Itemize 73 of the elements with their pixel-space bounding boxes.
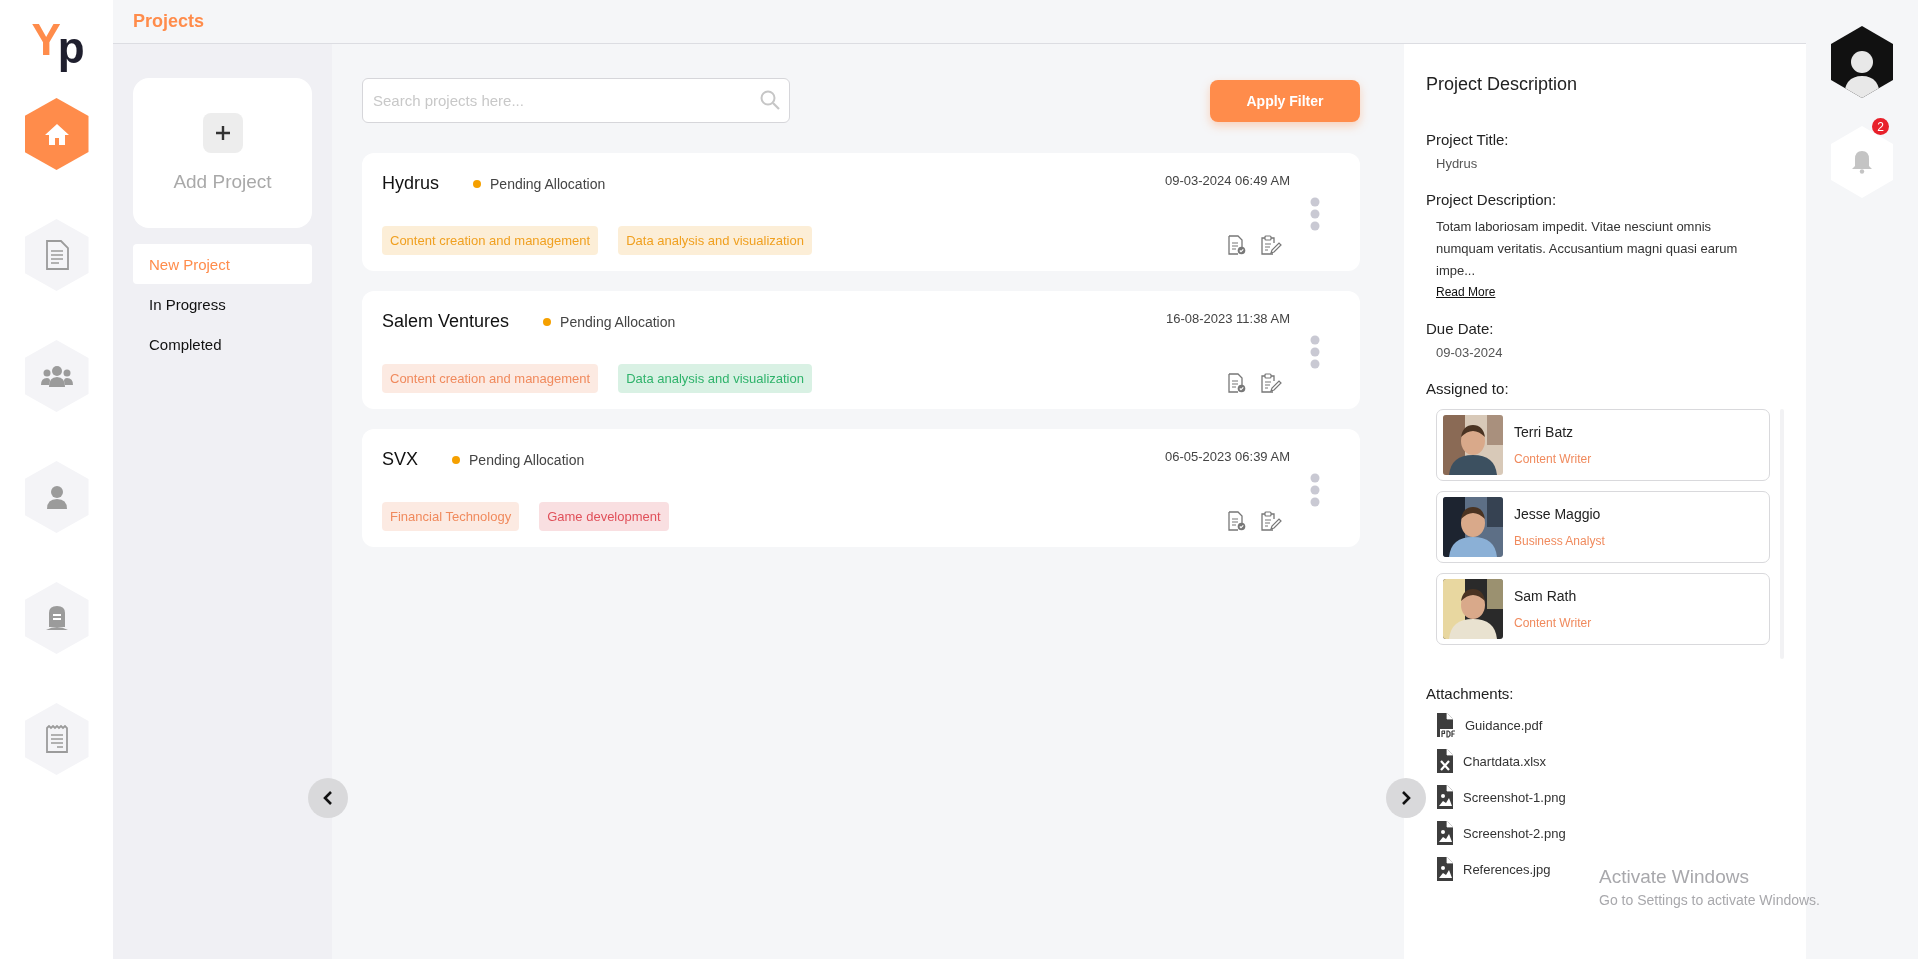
- notepad-icon: [44, 725, 69, 753]
- assignee-name: Jesse Maggio: [1514, 506, 1602, 522]
- tombstone-icon: [44, 605, 69, 631]
- field-label: Attachments:: [1426, 685, 1515, 702]
- assignee-name: Sam Rath: [1514, 588, 1578, 604]
- image-file-icon: [1436, 784, 1454, 810]
- panel-heading: Project Description: [1426, 74, 1579, 95]
- assignee-role: Content Writer: [1514, 616, 1592, 630]
- project-status: Pending Allocation: [469, 451, 585, 468]
- attachment-link[interactable]: Screenshot-2.png: [1463, 825, 1566, 841]
- chevron-left-icon: [322, 790, 334, 806]
- plus-icon: [214, 125, 231, 141]
- assignee-role: Content Writer: [1514, 452, 1592, 466]
- search-icon: [760, 90, 780, 110]
- project-card[interactable]: Hydrus Pending Allocation Content creation and management Data analysis and visualization 09-03-2024 06:49 AM: [362, 153, 1360, 271]
- field-label: Project Title:: [1426, 131, 1510, 148]
- project-date: 16-08-2023 11:38 AM: [1165, 311, 1290, 326]
- attachment-link[interactable]: Guidance.pdf: [1465, 717, 1543, 733]
- project-status: Pending Allocation: [490, 175, 606, 192]
- category-tag: Content creation and management: [382, 364, 599, 393]
- bell-icon: [1851, 150, 1873, 174]
- field-value: Hydrus: [1435, 156, 1479, 171]
- category-tag: Content creation and management: [382, 226, 599, 255]
- page-title: Projects: [133, 11, 205, 32]
- image-file-icon: [1436, 820, 1454, 846]
- person-icon: [45, 485, 68, 509]
- category-tag: Financial Technology: [382, 502, 520, 531]
- category-tag: Game development: [539, 502, 669, 531]
- attachment-link[interactable]: Chartdata.xlsx: [1463, 753, 1547, 769]
- category-tag: Data analysis and visualization: [618, 364, 812, 393]
- project-status: Pending Allocation: [560, 313, 676, 330]
- activation-title: Activate Windows: [1599, 866, 1750, 888]
- clipboard-edit-icon[interactable]: [1260, 235, 1282, 255]
- description-text: Totam laboriosam impedit. Vitae nesciunt omnis numquam veritatis. Accusantium magni quasi earum impe...: [1435, 218, 1739, 280]
- next-button[interactable]: [1386, 778, 1426, 818]
- image-file-icon: [1436, 856, 1454, 882]
- field-value: 09-03-2024: [1435, 345, 1504, 360]
- read-more-link[interactable]: Read More: [1436, 285, 1496, 299]
- document-icon: [44, 240, 69, 270]
- attachment-link[interactable]: Screenshot-1.png: [1463, 789, 1566, 805]
- attachment-link[interactable]: References.jpg: [1463, 861, 1551, 877]
- category-tag: Data analysis and visualization: [618, 226, 812, 255]
- group-icon: [40, 365, 73, 387]
- project-date: 09-03-2024 06:49 AM: [1164, 173, 1290, 188]
- project-title: Salem Ventures: [382, 311, 510, 332]
- document-check-icon[interactable]: [1228, 373, 1246, 393]
- document-check-icon[interactable]: [1228, 235, 1246, 255]
- assignee-name: Terri Batz: [1514, 424, 1575, 440]
- previous-button[interactable]: [308, 778, 348, 818]
- clipboard-edit-icon[interactable]: [1260, 373, 1282, 393]
- notification-count: 2: [1872, 118, 1889, 135]
- field-label: Project Description:: [1426, 191, 1558, 208]
- spreadsheet-file-icon: [1436, 748, 1454, 774]
- assignee-card[interactable]: Jesse Maggio Business Analyst: [1436, 491, 1770, 563]
- project-card[interactable]: SVX Pending Allocation Financial Technology Game development 06-05-2023 06:39 AM: [362, 429, 1360, 547]
- project-title: SVX: [382, 449, 419, 470]
- assignee-card[interactable]: Terri Batz Content Writer: [1436, 409, 1770, 481]
- project-date: 06-05-2023 06:39 AM: [1164, 449, 1290, 464]
- assignee-card[interactable]: Sam Rath Content Writer: [1436, 573, 1770, 645]
- status-tab[interactable]: Completed: [133, 324, 312, 364]
- status-tab[interactable]: In Progress: [133, 284, 312, 324]
- document-check-icon[interactable]: [1228, 511, 1246, 531]
- project-card[interactable]: Salem Ventures Pending Allocation Content creation and management Data analysis and visualization 16-08-2023 11:38 AM: [362, 291, 1360, 409]
- field-label: Assigned to:: [1426, 380, 1510, 397]
- assignee-role: Business Analyst: [1514, 534, 1605, 548]
- activation-message: Go to Settings to activate Windows.: [1599, 892, 1820, 908]
- home-icon: [43, 122, 70, 146]
- pdf-file-icon: [1436, 712, 1456, 738]
- field-label: Due Date:: [1426, 320, 1495, 337]
- logo: Yp: [31, 18, 82, 70]
- chevron-right-icon: [1400, 790, 1412, 806]
- clipboard-edit-icon[interactable]: [1260, 511, 1282, 531]
- project-title: Hydrus: [382, 173, 439, 194]
